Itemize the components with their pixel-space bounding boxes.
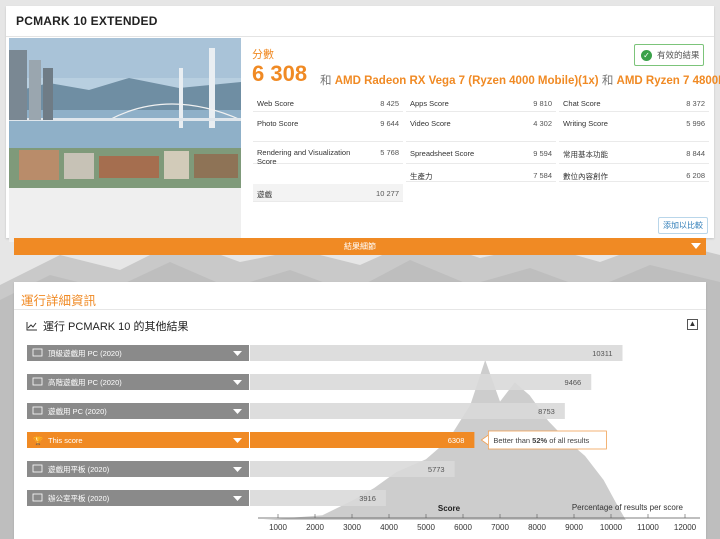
x-tick-label: 12000 xyxy=(674,523,697,532)
x-tick-label: 2000 xyxy=(306,523,324,532)
distribution-label: Percentage of results per score xyxy=(572,503,684,512)
x-tick-label: 10000 xyxy=(600,523,623,532)
trophy-icon: 🏆 xyxy=(33,436,43,446)
bar-value-label: 9466 xyxy=(565,378,582,387)
x-tick-label: 3000 xyxy=(343,523,361,532)
better-than-text: Better than 52% of all results xyxy=(493,436,589,445)
row-label: 高階遊戲用 PC (2020) xyxy=(48,377,122,387)
x-tick-label: 1000 xyxy=(269,523,287,532)
row-label: 遊戲用 PC (2020) xyxy=(48,406,107,416)
x-tick-label: 6000 xyxy=(454,523,472,532)
x-tick-label: 4000 xyxy=(380,523,398,532)
row-label: 辦公室平板 (2020) xyxy=(48,493,110,503)
bar-value-label: 8753 xyxy=(538,407,555,416)
score-comparison-chart: 頂級遊戲用 PC (2020) 10311 高階遊戲用 PC (2020) 9466 遊… xyxy=(27,345,700,532)
score-bar xyxy=(250,461,455,477)
bar-value-label: 5773 xyxy=(428,465,445,474)
score-bar xyxy=(250,403,565,419)
row-label: 頂級遊戲用 PC (2020) xyxy=(48,348,122,358)
score-bar xyxy=(250,345,623,361)
bar-value-label: 3916 xyxy=(359,494,376,503)
row-label: This score xyxy=(48,436,83,445)
bar-value-label: 6308 xyxy=(448,436,465,445)
x-axis-label: Score xyxy=(438,504,461,513)
x-tick-label: 9000 xyxy=(565,523,583,532)
score-bar xyxy=(250,374,592,390)
x-tick-label: 11000 xyxy=(637,523,659,532)
score-bar xyxy=(250,432,475,448)
x-tick-label: 8000 xyxy=(528,523,546,532)
x-tick-label: 7000 xyxy=(491,523,509,532)
x-tick-label: 5000 xyxy=(417,523,435,532)
row-label: 遊戲用平板 (2020) xyxy=(48,464,110,474)
bar-value-label: 10311 xyxy=(592,349,612,358)
